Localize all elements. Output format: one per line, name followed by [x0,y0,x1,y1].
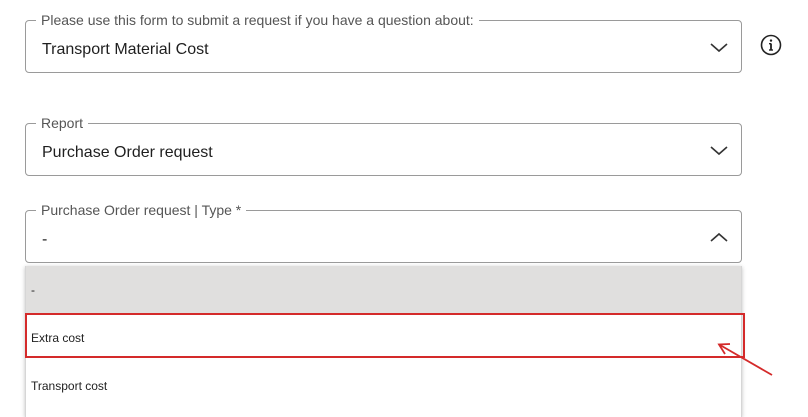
question-about-value: Transport Material Cost [42,41,209,58]
question-about-select[interactable]: Please use this form to submit a request… [25,11,742,73]
option-extra-cost[interactable]: Extra cost [26,314,741,362]
info-circle-icon[interactable] [760,34,782,56]
report-select[interactable]: Report Purchase Order request [25,114,742,176]
po-request-type-select[interactable]: Purchase Order request | Type * - [25,201,742,263]
report-label: Report [36,114,89,132]
po-request-type-value: - [42,231,48,248]
chevron-down-icon [710,43,728,53]
option-dash[interactable]: - [26,266,741,314]
po-request-type-label: Purchase Order request | Type * [36,201,247,219]
po-request-type-dropdown: - Extra cost Transport cost [25,266,742,417]
chevron-down-icon [710,146,728,156]
option-transport-cost[interactable]: Transport cost [26,362,741,410]
request-form-page: Please use this form to submit a request… [0,0,808,417]
report-value: Purchase Order request [42,144,213,161]
chevron-up-icon [710,232,728,242]
question-about-label: Please use this form to submit a request… [36,11,479,29]
